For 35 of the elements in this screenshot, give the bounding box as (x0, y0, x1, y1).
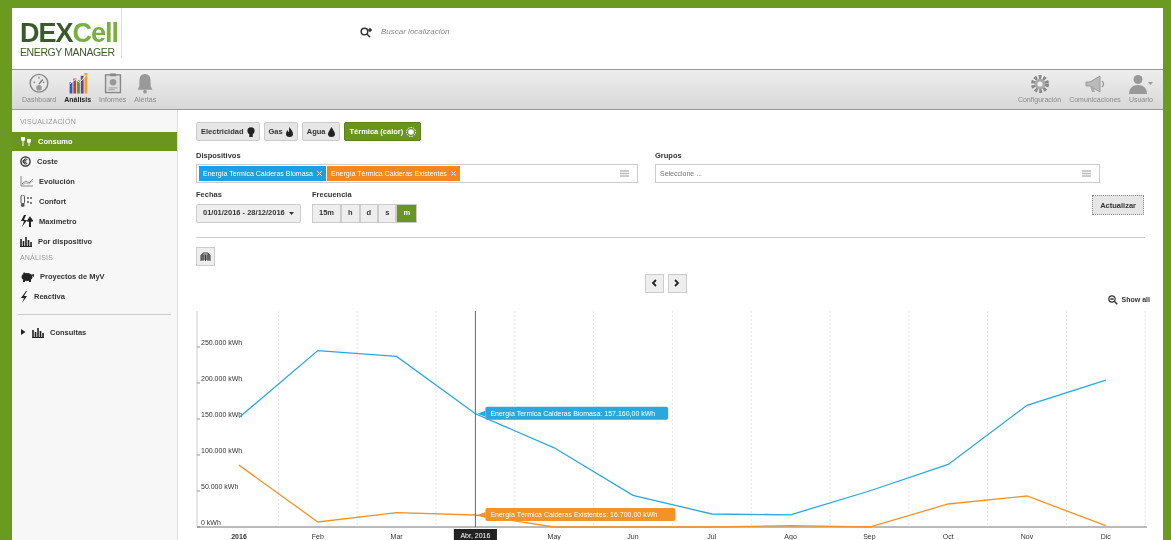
list-icon (620, 170, 629, 178)
bar-chart-icon (20, 235, 32, 247)
gear-icon (1029, 73, 1050, 94)
caret-icon (20, 329, 26, 336)
chevron-right-icon (674, 279, 680, 287)
search-icon[interactable] (360, 26, 373, 38)
plug-icon (20, 136, 32, 147)
lightning-icon (20, 290, 28, 303)
drop-icon (328, 126, 336, 137)
sun-icon (406, 126, 417, 137)
previous-button[interactable] (644, 273, 664, 293)
gauge-icon (28, 73, 51, 94)
logo-wordmark: DEXCell (20, 20, 120, 47)
piggy-bank-icon (20, 271, 34, 283)
grid-icon (200, 251, 211, 261)
list-icon (1082, 170, 1091, 178)
thermometer-icon (20, 195, 33, 208)
remove-icon[interactable] (317, 171, 322, 177)
bar-chart-icon (32, 326, 44, 338)
bar-chart-icon (67, 73, 88, 94)
user-icon (1128, 73, 1153, 94)
next-button[interactable] (667, 273, 687, 293)
megaphone-icon (1084, 73, 1106, 94)
logo-subtitle: ENERGY MANAGER (20, 47, 115, 58)
caret-icon (288, 211, 294, 215)
bolt-arrow-icon (20, 215, 33, 228)
chevron-left-icon (651, 279, 657, 287)
flame-icon (285, 126, 293, 137)
euro-icon (20, 155, 31, 167)
chart-type-button[interactable] (196, 246, 215, 266)
light-bulb-icon (246, 126, 255, 137)
line-chart-icon (20, 175, 33, 187)
bell-icon (136, 73, 155, 94)
clipboard-icon (103, 73, 122, 94)
zoom-out-icon (1107, 294, 1118, 305)
